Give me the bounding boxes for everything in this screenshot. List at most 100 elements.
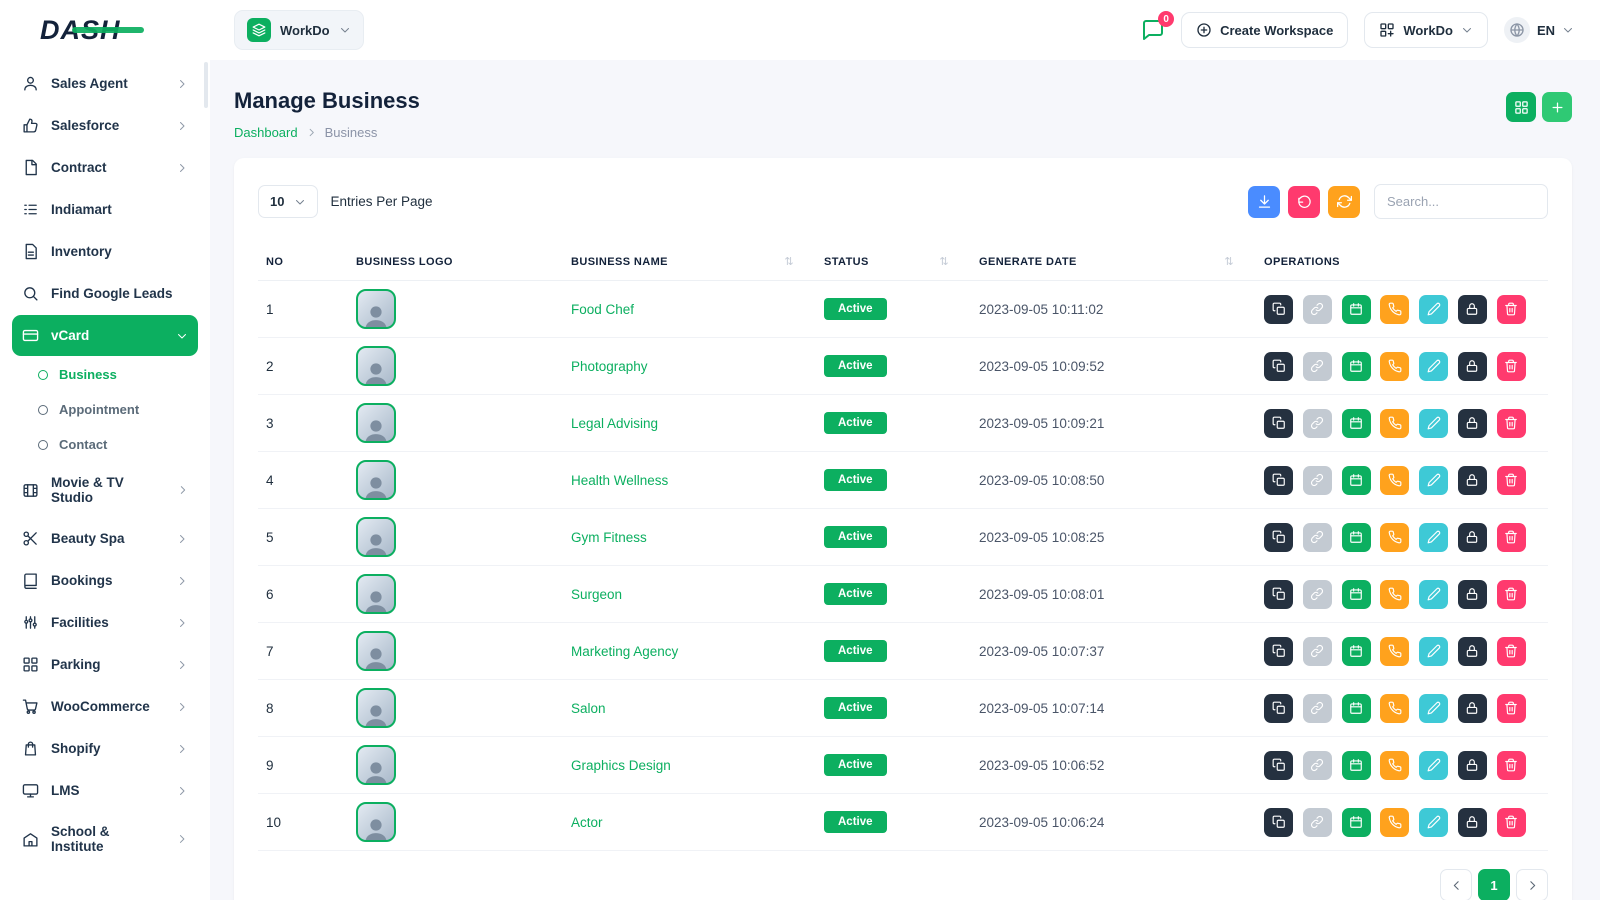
sidebar-item-school-institute[interactable]: School & Institute [12,812,198,866]
edit-button[interactable] [1419,466,1448,495]
export-button[interactable] [1248,186,1280,218]
phone-button[interactable] [1380,295,1409,324]
calendar-button[interactable] [1342,409,1371,438]
workspace-dropdown[interactable]: WorkDo [1364,12,1488,48]
edit-button[interactable] [1419,409,1448,438]
phone-button[interactable] [1380,466,1409,495]
lock-button[interactable] [1458,295,1487,324]
calendar-button[interactable] [1342,637,1371,666]
copy-button[interactable] [1264,295,1293,324]
add-business-button[interactable] [1542,92,1572,122]
edit-button[interactable] [1419,637,1448,666]
calendar-button[interactable] [1342,694,1371,723]
sidebar-item-woocommerce[interactable]: WooCommerce [12,686,198,727]
sidebar-subitem-contact[interactable]: Contact [10,427,200,462]
phone-button[interactable] [1380,694,1409,723]
edit-button[interactable] [1419,580,1448,609]
delete-button[interactable] [1497,523,1526,552]
link-button[interactable] [1303,694,1332,723]
calendar-button[interactable] [1342,523,1371,552]
copy-button[interactable] [1264,580,1293,609]
calendar-button[interactable] [1342,352,1371,381]
edit-button[interactable] [1419,352,1448,381]
copy-button[interactable] [1264,466,1293,495]
prev-page-button[interactable] [1440,869,1472,900]
link-button[interactable] [1303,808,1332,837]
sidebar-scrollbar[interactable] [204,62,208,108]
entries-per-page-select[interactable]: 10 [258,185,318,218]
business-name-link[interactable]: Food Chef [571,302,634,317]
sidebar-item-facilities[interactable]: Facilities [12,602,198,643]
next-page-button[interactable] [1516,869,1548,900]
copy-button[interactable] [1264,523,1293,552]
business-name-link[interactable]: Salon [571,701,606,716]
link-button[interactable] [1303,523,1332,552]
copy-button[interactable] [1264,808,1293,837]
lock-button[interactable] [1458,523,1487,552]
sidebar-item-bookings[interactable]: Bookings [12,560,198,601]
breadcrumb-dashboard-link[interactable]: Dashboard [234,125,298,140]
calendar-button[interactable] [1342,808,1371,837]
create-workspace-button[interactable]: Create Workspace [1181,12,1348,48]
page-1-button[interactable]: 1 [1478,869,1510,900]
delete-button[interactable] [1497,295,1526,324]
app-logo[interactable]: DASH [0,0,210,60]
copy-button[interactable] [1264,409,1293,438]
lock-button[interactable] [1458,352,1487,381]
edit-button[interactable] [1419,694,1448,723]
phone-button[interactable] [1380,580,1409,609]
lock-button[interactable] [1458,751,1487,780]
phone-button[interactable] [1380,637,1409,666]
calendar-button[interactable] [1342,751,1371,780]
sidebar-item-sales-agent[interactable]: Sales Agent [12,63,198,104]
calendar-button[interactable] [1342,580,1371,609]
sidebar-item-parking[interactable]: Parking [12,644,198,685]
sidebar-item-salesforce[interactable]: Salesforce [12,105,198,146]
delete-button[interactable] [1497,580,1526,609]
phone-button[interactable] [1380,751,1409,780]
business-name-link[interactable]: Health Wellness [571,473,668,488]
link-button[interactable] [1303,580,1332,609]
link-button[interactable] [1303,352,1332,381]
sort-icon[interactable]: ⇅ [1224,255,1234,268]
edit-button[interactable] [1419,523,1448,552]
phone-button[interactable] [1380,808,1409,837]
sidebar-item-movie-tv-studio[interactable]: Movie & TV Studio [12,463,198,517]
grid-view-button[interactable] [1506,92,1536,122]
business-name-link[interactable]: Graphics Design [571,758,671,773]
phone-button[interactable] [1380,352,1409,381]
link-button[interactable] [1303,295,1332,324]
reset-button[interactable] [1288,186,1320,218]
edit-button[interactable] [1419,751,1448,780]
business-name-link[interactable]: Marketing Agency [571,644,678,659]
phone-button[interactable] [1380,409,1409,438]
sidebar-item-lms[interactable]: LMS [12,770,198,811]
copy-button[interactable] [1264,352,1293,381]
lock-button[interactable] [1458,808,1487,837]
lock-button[interactable] [1458,637,1487,666]
sidebar-item-vcard[interactable]: vCard [12,315,198,356]
edit-button[interactable] [1419,295,1448,324]
copy-button[interactable] [1264,694,1293,723]
sort-icon[interactable]: ⇅ [939,255,949,268]
search-input[interactable] [1374,184,1548,219]
copy-button[interactable] [1264,637,1293,666]
calendar-button[interactable] [1342,295,1371,324]
business-name-link[interactable]: Actor [571,815,603,830]
delete-button[interactable] [1497,808,1526,837]
sidebar-item-shopify[interactable]: Shopify [12,728,198,769]
delete-button[interactable] [1497,352,1526,381]
link-button[interactable] [1303,466,1332,495]
calendar-button[interactable] [1342,466,1371,495]
lock-button[interactable] [1458,694,1487,723]
business-name-link[interactable]: Gym Fitness [571,530,647,545]
delete-button[interactable] [1497,637,1526,666]
link-button[interactable] [1303,637,1332,666]
messages-button[interactable]: 0 [1141,18,1165,42]
sidebar-item-contract[interactable]: Contract [12,147,198,188]
link-button[interactable] [1303,751,1332,780]
business-name-link[interactable]: Surgeon [571,587,622,602]
sidebar-subitem-business[interactable]: Business [10,357,200,392]
lock-button[interactable] [1458,409,1487,438]
delete-button[interactable] [1497,409,1526,438]
